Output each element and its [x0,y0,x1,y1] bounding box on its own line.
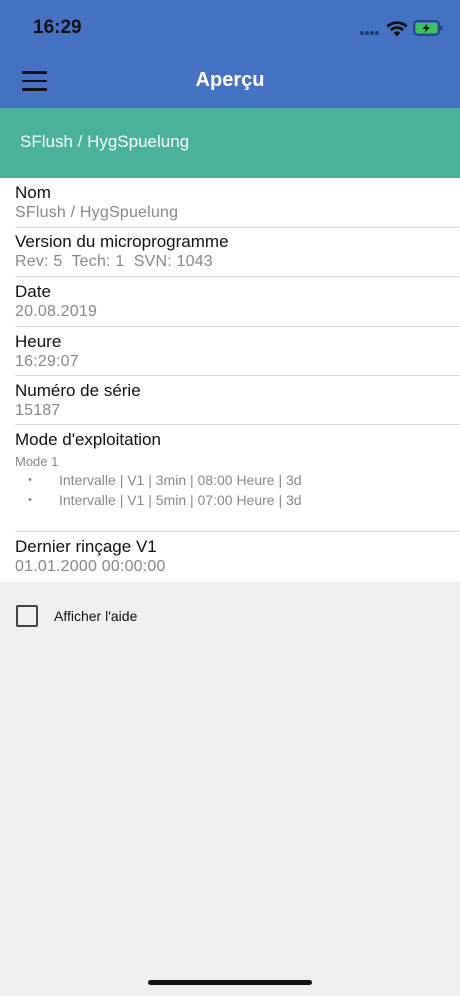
date-value: 20.08.2019 [15,303,98,320]
signal-icon [360,31,382,35]
battery-charging-icon [413,20,443,36]
mode-label: Mode d'exploitation [15,430,161,449]
info-row-last-flush: Dernier rinçage V1 01.01.2000 00:00:00 [0,532,460,582]
last-flush-value: 01.01.2000 00:00:00 [15,558,166,575]
bullet-icon: • [28,474,32,486]
info-list: Nom SFlush / HygSpuelung Version du micr… [0,178,460,582]
firmware-label: Version du microprogramme [15,232,229,251]
app-header: 16:29 Aperçu [0,0,460,108]
page-title: Aperçu [195,69,265,91]
info-row-date: Date 20.08.2019 [0,277,460,327]
name-value: SFlush / HygSpuelung [15,204,179,221]
status-time: 16:29 [33,17,82,38]
info-row-serial: Numéro de série 15187 [0,376,460,425]
serial-value: 15187 [15,402,61,419]
name-label: Nom [15,183,51,202]
device-banner: SFlush / HygSpuelung [0,108,460,178]
date-label: Date [15,282,51,301]
last-flush-label: Dernier rinçage V1 [15,537,157,556]
info-row-firmware: Version du microprogramme Rev: 5 Tech: 1… [0,228,460,277]
show-help-checkbox[interactable] [16,605,38,627]
device-name: SFlush / HygSpuelung [20,132,190,151]
mode-item: Intervalle | V1 | 5min | 07:00 Heure | 3… [59,492,302,508]
time-label: Heure [15,332,62,351]
firmware-value: Rev: 5 Tech: 1 SVN: 1043 [15,253,213,270]
home-indicator [148,980,312,985]
serial-label: Numéro de série [15,381,141,400]
bullet-icon: • [28,494,32,506]
info-row-time: Heure 16:29:07 [0,327,460,376]
show-help-toggle[interactable]: Afficher l'aide [0,592,460,640]
status-bar: 16:29 [0,0,460,56]
info-row-name: Nom SFlush / HygSpuelung [0,178,460,228]
mode-value: Mode 1 [15,454,59,469]
wifi-icon [386,21,408,37]
info-row-mode: Mode d'exploitation Mode 1 • Intervalle … [0,425,460,532]
show-help-label: Afficher l'aide [54,608,138,624]
time-value: 16:29:07 [15,353,79,370]
mode-item: Intervalle | V1 | 3min | 08:00 Heure | 3… [59,472,302,488]
